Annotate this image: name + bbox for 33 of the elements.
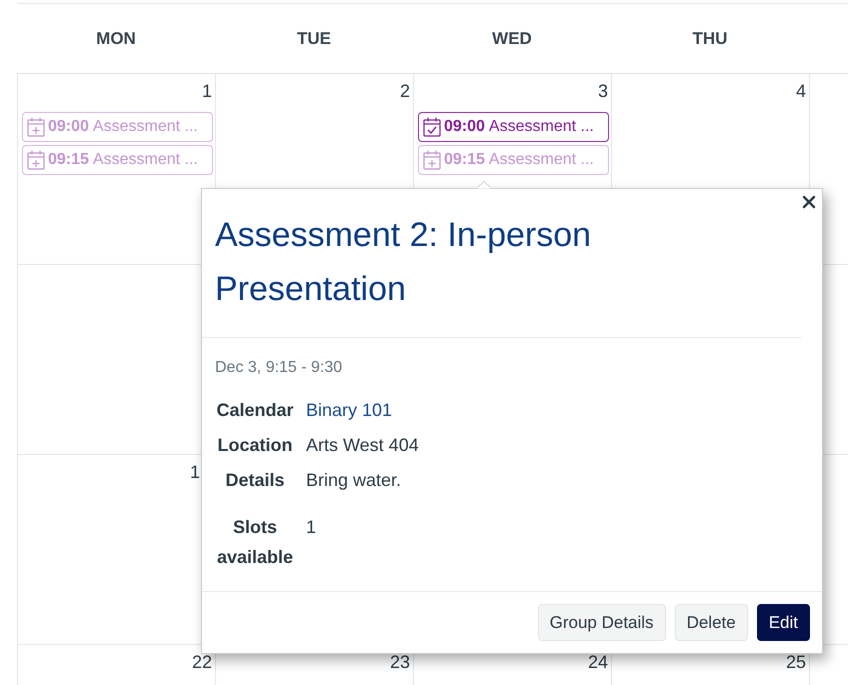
weekday-label: THU <box>692 28 728 48</box>
day-number[interactable]: 23 <box>390 651 410 673</box>
close-icon <box>802 195 816 209</box>
calendar-check-icon <box>423 117 441 137</box>
event-title: Assessment 2: In-person Presentation <box>215 215 592 310</box>
day-number[interactable]: 2 <box>400 80 410 102</box>
day-number[interactable]: 1 <box>202 80 212 102</box>
field-value: Bring water. <box>306 469 402 492</box>
day-number[interactable]: 25 <box>786 651 806 673</box>
close-button[interactable] <box>802 195 816 209</box>
event-time: Dec 3, 9:15 - 9:30 <box>215 358 344 378</box>
day-number[interactable]: 1 <box>190 461 200 483</box>
field-label: Details <box>224 469 286 492</box>
weekday-label: WED <box>492 28 532 48</box>
secondary-button[interactable]: Delete <box>674 604 748 641</box>
secondary-button[interactable]: Group Details <box>538 604 666 641</box>
field-label: Location <box>216 434 294 457</box>
calendar-link[interactable]: Binary 101 <box>306 395 392 425</box>
calendar-plus-icon <box>27 117 45 137</box>
day-number[interactable]: 3 <box>598 80 608 102</box>
day-number[interactable]: 22 <box>192 651 212 673</box>
calendar-plus-icon <box>27 150 45 170</box>
reserved-event[interactable]: 09:00 Assessment ... <box>418 112 609 142</box>
weekday-label: MON <box>96 28 136 48</box>
field-value: 1 <box>306 516 316 539</box>
weekday-label: TUE <box>297 28 331 48</box>
day-number[interactable]: 24 <box>588 651 608 673</box>
day-number[interactable]: 4 <box>796 80 806 102</box>
field-label: Calendar <box>215 399 295 422</box>
field-value: Arts West 404 <box>306 434 419 457</box>
primary-button[interactable]: Edit <box>756 604 810 641</box>
calendar-plus-icon <box>423 150 441 170</box>
field-label: Slots available <box>216 516 294 569</box>
